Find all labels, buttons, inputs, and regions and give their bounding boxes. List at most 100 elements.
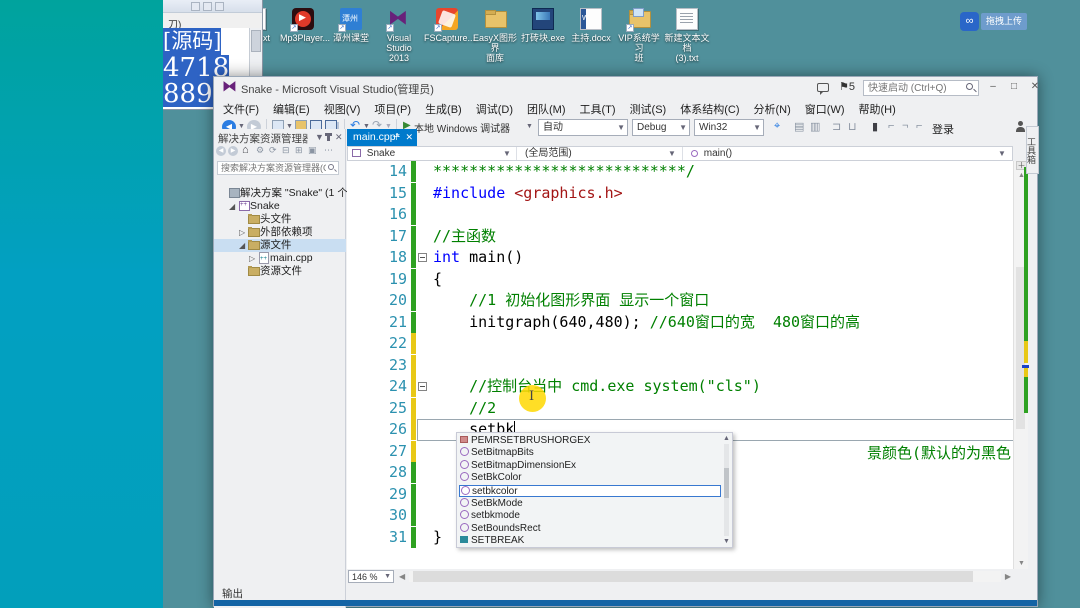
scroll-up-icon[interactable]: ▲ [722, 435, 731, 442]
intellisense-item-PEMRSETBRUSHORGEX[interactable]: PEMRSETBRUSHORGEX [459, 435, 721, 448]
code-line-14[interactable]: 14 ****************************/ [347, 161, 1013, 183]
toolbar-icon[interactable]: ¬ [902, 120, 908, 132]
code-line-16[interactable]: 16 [347, 204, 1013, 226]
notepad-minimize-button[interactable] [191, 2, 200, 11]
maximize-button[interactable]: □ [1005, 79, 1023, 94]
crumb-dropdown-icon[interactable]: ▼ [503, 147, 511, 160]
tree-expander-icon[interactable]: ▷ [249, 252, 258, 265]
code-line-25[interactable]: 25 //2 [347, 397, 1013, 420]
tree-item-外部依赖项[interactable]: ▷ 外部依赖项 [214, 226, 346, 239]
notepad-close-button[interactable] [215, 2, 224, 11]
drag-upload-badge[interactable]: ∞ 拖拽上传 [960, 12, 1028, 31]
panel-close-icon[interactable]: ✕ [335, 132, 343, 143]
configuration-combo[interactable]: Debug ▼ [632, 119, 690, 136]
sync-icon[interactable]: ▣ [308, 145, 317, 156]
crumb-dropdown-icon[interactable]: ▼ [668, 147, 676, 160]
platform-combo[interactable]: Win32 ▼ [694, 119, 764, 136]
find-in-files-icon[interactable]: ⌖ [774, 120, 780, 133]
vs-titlebar[interactable]: ⧓ Snake - Microsoft Visual Studio(管理员) ⚑… [214, 77, 1039, 98]
intellisense-scrollbar[interactable]: ▲ ▼ [722, 434, 731, 546]
refresh-icon[interactable]: ⟳ [269, 145, 277, 156]
collapsed-toolbox-tab[interactable]: 工具箱 [1026, 126, 1039, 174]
desktop-icon-7[interactable]: 打砖块.exe [520, 8, 566, 43]
code-line-18[interactable]: 18 int main() [347, 247, 1013, 269]
close-button[interactable]: ✕ [1026, 79, 1044, 94]
pin-icon[interactable] [325, 133, 332, 141]
tree-expander-icon[interactable]: ◢ [239, 239, 248, 252]
home-icon[interactable]: ⌂ [242, 144, 249, 156]
tab-pin-icon[interactable]: ＋ [392, 129, 401, 146]
desktop-icon-4[interactable]: ↗Visual Studio 2013 [376, 5, 422, 63]
desktop-icon-5[interactable]: ↗ FSCapture... [424, 8, 475, 43]
code-line-19[interactable]: 19 { [347, 268, 1013, 291]
code-line-22[interactable]: 22 [347, 333, 1013, 355]
intellisense-item-SetBoundsRect[interactable]: SetBoundsRect [459, 522, 721, 536]
toolbar-icon[interactable]: ▥ [810, 120, 820, 133]
crumb-project-dropdown[interactable]: Snake [352, 147, 395, 160]
debug-target-dropdown-icon[interactable]: ▼ [526, 123, 533, 130]
tab-close-icon[interactable]: ✕ [405, 129, 413, 146]
crumb-member-dropdown[interactable]: main() [682, 147, 732, 160]
debug-target-label[interactable]: 本地 Windows 调试器 [414, 120, 510, 135]
minimize-button[interactable]: – [984, 79, 1002, 94]
forward-icon[interactable]: ▶ [228, 146, 238, 156]
intellisense-item-SetBitmapDimensionEx[interactable]: SetBitmapDimensionEx [459, 459, 721, 473]
editor-vertical-scrollbar[interactable]: ＋ ▲ ▼ [1013, 161, 1029, 569]
tree-item-Snake[interactable]: ◢ Snake [214, 199, 346, 213]
code-line-24[interactable]: 24 //控制台当中 cmd.exe system("cls") [347, 376, 1013, 398]
desktop-icon-10[interactable]: 新建文本文档 (3).txt [664, 8, 710, 63]
panel-dropdown-icon[interactable]: ▼ [315, 132, 324, 142]
intellisense-item-SetBkMode[interactable]: SetBkMode [459, 497, 721, 511]
scroll-right-icon[interactable]: ▶ [1005, 572, 1011, 581]
show-all-files-icon[interactable]: ⊞ [295, 145, 303, 156]
tree-expander-icon[interactable]: ▷ [239, 226, 248, 239]
output-panel-tab[interactable]: 输出 [216, 586, 249, 600]
scroll-down-icon[interactable]: ▼ [1016, 560, 1027, 567]
code-line-20[interactable]: 20 //1 初始化图形界面 显示一个窗口 [347, 290, 1013, 312]
tree-item-源文件[interactable]: ◢ 源文件 [214, 239, 346, 252]
tree-item-main.cpp[interactable]: ▷ main.cpp [214, 252, 346, 266]
tree-item-资源文件[interactable]: 资源文件 [214, 265, 346, 278]
tree-item-头文件[interactable]: 头文件 [214, 213, 346, 226]
scroll-left-icon[interactable]: ◀ [399, 572, 405, 581]
intellisense-item-setbkcolor[interactable]: setbkcolor [459, 484, 721, 498]
toolbar-icon[interactable]: ⌐ [916, 120, 922, 132]
quick-launch-input[interactable] [863, 80, 979, 96]
collapse-all-icon[interactable]: ⊟ [282, 145, 290, 156]
toolbar-icon[interactable]: ▤ [794, 120, 804, 133]
intellisense-item-SetBkColor[interactable]: SetBkColor [459, 472, 721, 485]
code-line-15[interactable]: 15 #include <graphics.h> [347, 182, 1013, 205]
code-line-17[interactable]: 17 //主函数 [347, 225, 1013, 248]
desktop-icon-8[interactable]: 主持.docx [568, 8, 614, 43]
notifications-flag[interactable]: ⚑5 [839, 80, 855, 93]
feedback-icon[interactable] [817, 83, 829, 95]
editor-zoom-combo[interactable]: 146 % ▼ [348, 570, 394, 583]
fold-collapse-icon[interactable] [418, 253, 427, 262]
desktop-icon-6[interactable]: EasyX图形界 面库 [472, 8, 518, 63]
crumb-dropdown-icon[interactable]: ▼ [998, 147, 1006, 160]
notepad-maximize-button[interactable] [203, 2, 212, 11]
editor-horizontal-scrollbar[interactable]: ◀ ▶ [399, 570, 1011, 583]
tab-main-cpp[interactable]: main.cpp* ＋ ✕ [347, 129, 417, 146]
intellisense-item-SetBitmapBits[interactable]: SetBitmapBits [459, 447, 721, 460]
code-line-21[interactable]: 21 initgraph(640,480); //640窗口的宽 480窗口的高 [347, 311, 1013, 334]
solution-explorer-search-input[interactable] [217, 161, 339, 175]
desktop-icon-2[interactable]: ↗Mp3Player... [280, 8, 330, 43]
desktop-icon-3[interactable]: ↗潭州课堂 [328, 8, 374, 43]
tree-expander-icon[interactable]: ◢ [229, 200, 238, 213]
crumb-scope-dropdown[interactable]: (全局范围) [516, 147, 572, 160]
toolbar-icon[interactable]: ⌐ [888, 120, 894, 132]
code-line-23[interactable]: 23 [347, 354, 1013, 377]
more-icon[interactable]: ⋯ [324, 145, 333, 156]
bookmark-icon[interactable]: ▮ [872, 120, 878, 133]
toolbar-icon[interactable]: ⊔ [848, 120, 857, 133]
scrollbar-thumb[interactable] [413, 571, 973, 582]
back-icon[interactable]: ◀ [216, 146, 226, 156]
fold-collapse-icon[interactable] [418, 382, 427, 391]
properties-icon[interactable]: ⚙ [256, 145, 264, 156]
scroll-down-icon[interactable]: ▼ [722, 538, 731, 545]
intellisense-item-SETBREAK[interactable]: SETBREAK [459, 535, 721, 548]
toolbar-icon[interactable]: ⊐ [832, 120, 841, 133]
solution-configurations-combo[interactable]: 自动 ▼ [538, 119, 628, 136]
intellisense-item-setbkmode[interactable]: setbkmode [459, 510, 721, 523]
